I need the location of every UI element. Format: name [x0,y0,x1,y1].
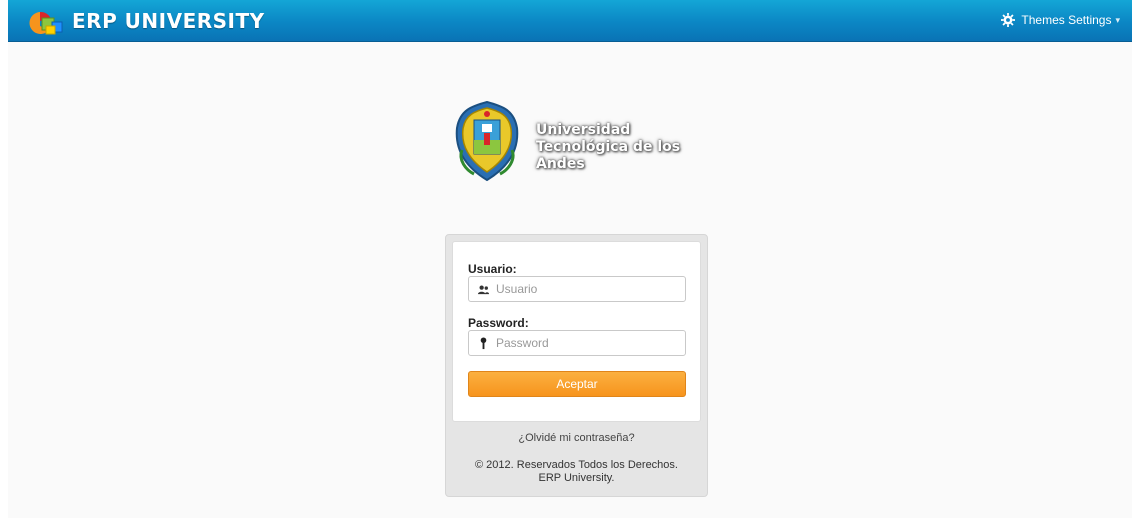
copyright-line2: ERP University. [538,472,615,484]
themes-settings-menu[interactable]: Themes Settings ▾ [1001,13,1120,27]
chevron-down-icon: ▾ [1115,14,1120,25]
username-label: Usuario: [468,262,517,276]
username-field[interactable] [468,276,686,302]
login-form: Usuario: Password: Aceptar [452,241,701,422]
gear-icon [1001,13,1016,27]
page: ERP UNIVERSITY Themes Settings ▾ Univers… [0,0,1140,518]
top-navbar: ERP UNIVERSITY Themes Settings ▾ [8,0,1132,42]
copyright-notice: © 2012. Reservados Todos los Derechos. E… [446,459,707,485]
themes-settings-label: Themes Settings [1021,13,1112,27]
cubes-logo-icon [29,11,63,35]
password-field[interactable] [468,330,686,356]
key-icon [480,337,487,350]
password-input[interactable] [496,334,681,352]
university-crest-icon [455,100,519,182]
institution-logo: Universidad Tecnológica de los Andes [452,100,712,185]
institution-name-line1: Universidad [536,122,631,138]
institution-name-line2: Tecnológica de los Andes [536,139,681,172]
app-title: ERP UNIVERSITY [72,9,265,33]
forgot-password-link[interactable]: ¿Olvidé mi contraseña? [446,432,707,444]
users-icon [477,285,490,295]
brand[interactable]: ERP UNIVERSITY [26,5,265,37]
login-panel: Usuario: Password: Aceptar ¿ [445,234,708,497]
accept-button[interactable]: Aceptar [468,371,686,397]
password-label: Password: [468,316,529,330]
username-input[interactable] [496,280,681,298]
institution-name: Universidad Tecnológica de los Andes [536,122,712,173]
copyright-line1: © 2012. Reservados Todos los Derechos. [475,459,678,471]
